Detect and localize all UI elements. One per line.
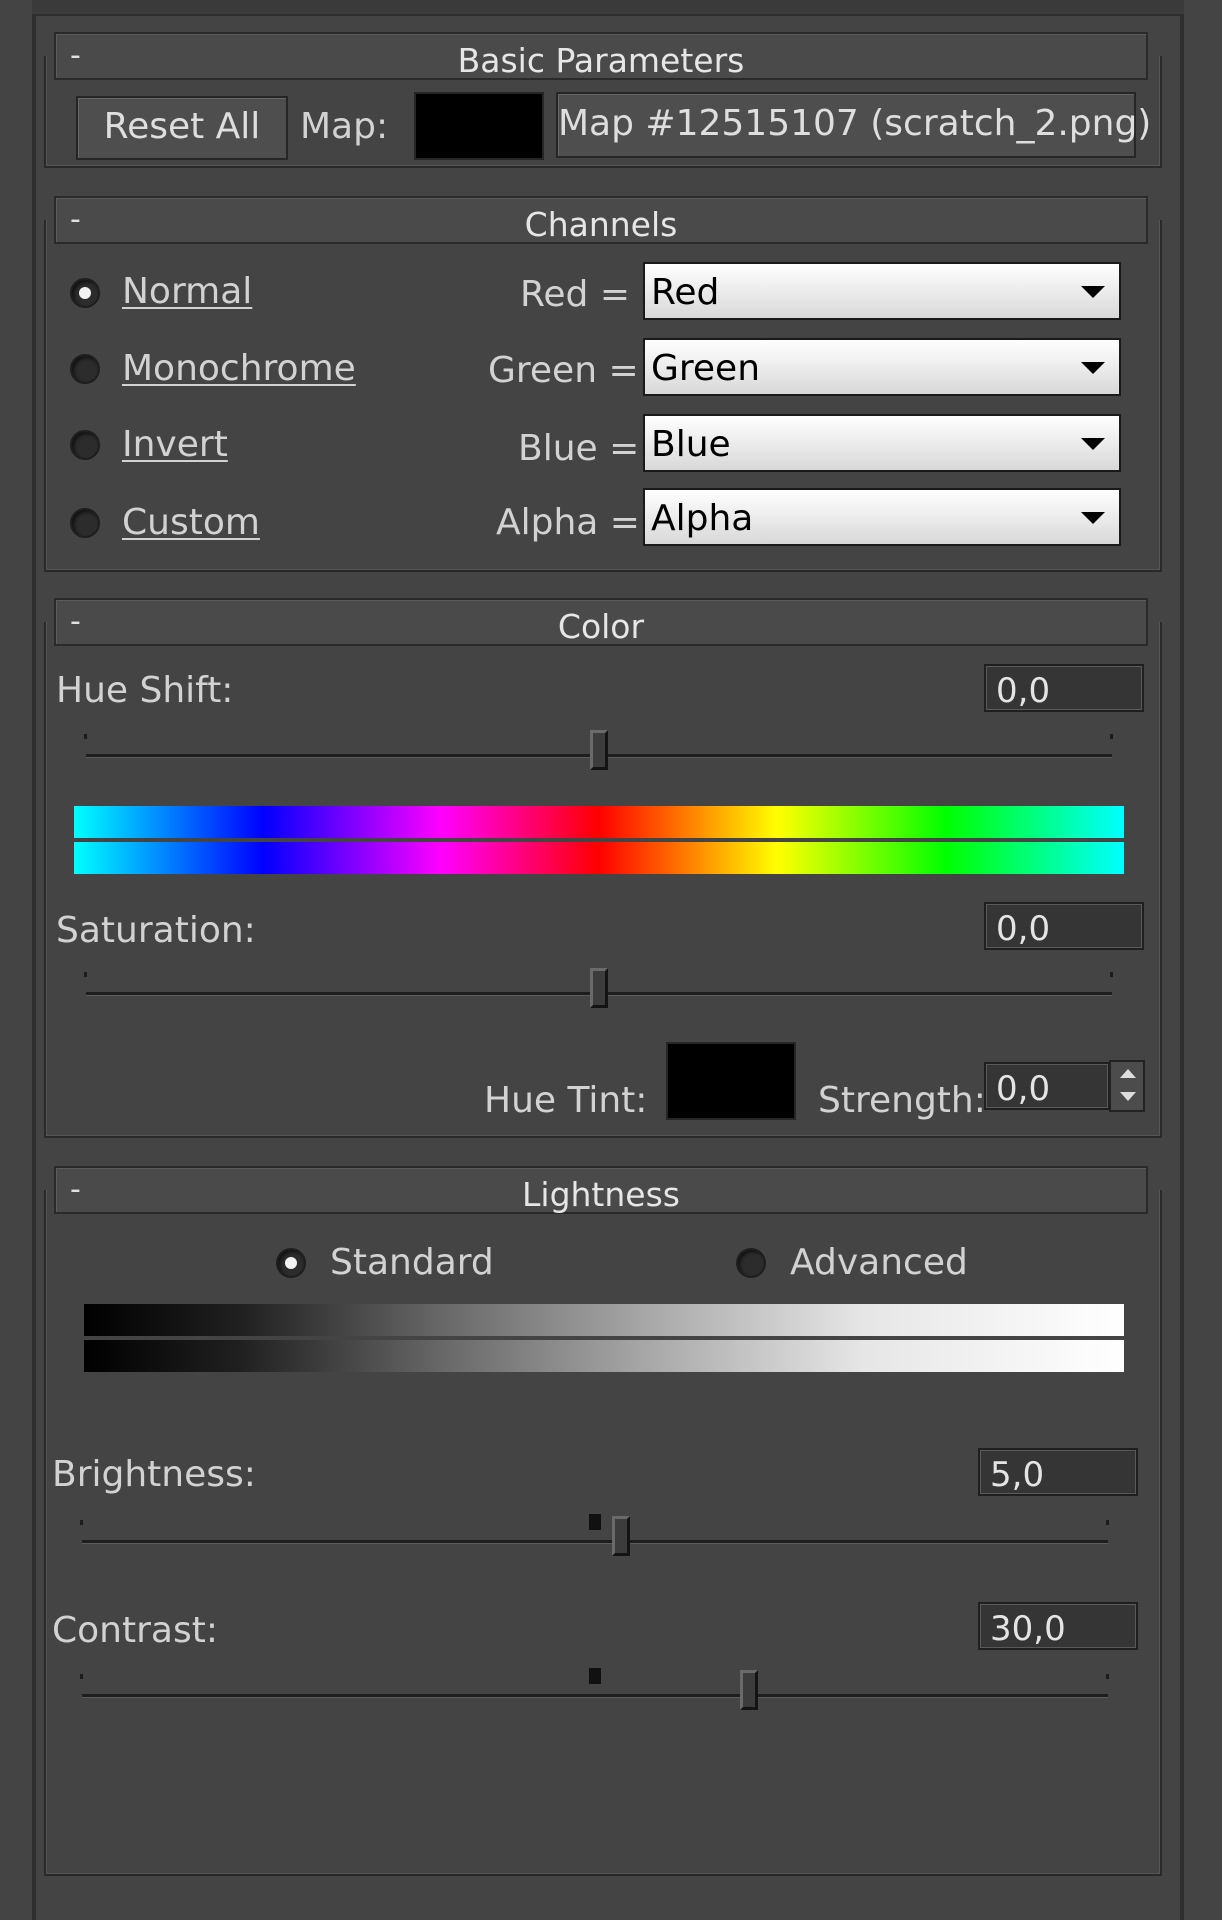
hue-gradient-bar-shifted [74, 842, 1124, 874]
lightness-rollout [44, 1190, 1162, 1876]
hue-gradient-bar [74, 806, 1124, 838]
radio-standard[interactable] [276, 1248, 306, 1278]
red-channel-dropdown[interactable]: Red [643, 262, 1121, 320]
saturation-value: 0,0 [996, 909, 1051, 949]
alpha-channel-dropdown[interactable]: Alpha [643, 488, 1121, 546]
radio-standard-label[interactable]: Standard [330, 1242, 494, 1283]
spinner-up-icon[interactable] [1120, 1069, 1136, 1078]
brightness-label: Brightness: [52, 1454, 256, 1495]
slider-tick [80, 1520, 83, 1525]
radio-custom[interactable] [70, 508, 100, 538]
channels-header[interactable]: - Channels [54, 196, 1148, 244]
contrast-default-marker [589, 1668, 601, 1684]
slider-tick [1106, 1674, 1109, 1679]
rollout-title: Basic Parameters [457, 41, 745, 80]
saturation-slider-thumb[interactable] [590, 968, 608, 1008]
hue-tint-label: Hue Tint: [484, 1080, 648, 1121]
radio-advanced-label[interactable]: Advanced [790, 1242, 968, 1283]
contrast-label: Contrast: [52, 1610, 218, 1651]
panel-frame-right [1180, 0, 1184, 1920]
spinner-down-icon[interactable] [1120, 1092, 1136, 1101]
hue-shift-slider-thumb[interactable] [590, 730, 608, 770]
chevron-down-icon [1081, 512, 1105, 524]
green-channel-label: Green = [488, 350, 639, 391]
strength-field[interactable]: 0,0 [984, 1062, 1110, 1110]
green-channel-dropdown[interactable]: Green [643, 338, 1121, 396]
brightness-slider-thumb[interactable] [611, 1516, 630, 1556]
radio-invert[interactable] [70, 430, 100, 460]
contrast-field[interactable]: 30,0 [978, 1602, 1138, 1650]
hue-tint-swatch[interactable] [666, 1042, 796, 1120]
contrast-slider-thumb[interactable] [739, 1670, 758, 1710]
reset-all-button[interactable]: Reset All [76, 96, 288, 160]
rollout-title: Channels [524, 205, 678, 244]
saturation-field[interactable]: 0,0 [984, 902, 1144, 950]
hue-shift-value: 0,0 [996, 671, 1051, 711]
radio-normal[interactable] [70, 278, 100, 308]
radio-monochrome-label[interactable]: Monochrome [122, 348, 356, 389]
strength-spinner[interactable] [1109, 1060, 1145, 1112]
slider-tick [1110, 972, 1113, 977]
color-header[interactable]: - Color [54, 598, 1148, 646]
slider-tick [1106, 1520, 1109, 1525]
saturation-label: Saturation: [56, 910, 256, 951]
map-swatch[interactable] [414, 92, 544, 160]
brightness-slider-track[interactable] [82, 1540, 1108, 1544]
brightness-default-marker [589, 1514, 601, 1530]
radio-monochrome[interactable] [70, 354, 100, 384]
contrast-slider-track[interactable] [82, 1694, 1108, 1698]
slider-tick [80, 1674, 83, 1679]
slider-tick [84, 972, 87, 977]
red-channel-label: Red = [520, 274, 631, 315]
dropdown-value: Red [651, 272, 720, 313]
lightness-gradient-bar-adjusted [84, 1340, 1124, 1372]
map-label: Map: [300, 106, 389, 147]
dropdown-value: Alpha [651, 498, 754, 539]
hue-shift-field[interactable]: 0,0 [984, 664, 1144, 712]
blue-channel-dropdown[interactable]: Blue [643, 414, 1121, 472]
slider-tick [84, 734, 87, 739]
slider-tick [1110, 734, 1113, 739]
panel-frame-top [32, 0, 1184, 16]
radio-custom-label[interactable]: Custom [122, 502, 260, 543]
chevron-down-icon [1081, 362, 1105, 374]
rollout-title: Lightness [522, 1175, 680, 1214]
strength-value: 0,0 [996, 1069, 1051, 1109]
contrast-value: 30,0 [990, 1609, 1066, 1649]
radio-normal-label[interactable]: Normal [122, 271, 252, 312]
chevron-down-icon [1081, 286, 1105, 298]
map-name-button[interactable]: Map #12515107 (scratch_2.png) [556, 92, 1151, 158]
lightness-gradient-bar [84, 1304, 1124, 1336]
brightness-value: 5,0 [990, 1455, 1045, 1495]
radio-invert-label[interactable]: Invert [122, 424, 228, 465]
panel-frame-left [32, 0, 36, 1920]
chevron-down-icon [1081, 438, 1105, 450]
lightness-header[interactable]: - Lightness [54, 1166, 1148, 1214]
dropdown-value: Blue [651, 424, 731, 465]
radio-advanced[interactable] [736, 1248, 766, 1278]
rollout-title: Color [557, 607, 645, 646]
blue-channel-label: Blue = [518, 428, 640, 469]
brightness-field[interactable]: 5,0 [978, 1448, 1138, 1496]
dropdown-value: Green [651, 348, 761, 389]
alpha-channel-label: Alpha = [496, 502, 640, 543]
strength-label: Strength: [818, 1080, 986, 1121]
basic-parameters-header[interactable]: - Basic Parameters [54, 32, 1148, 80]
hue-shift-label: Hue Shift: [56, 670, 234, 711]
